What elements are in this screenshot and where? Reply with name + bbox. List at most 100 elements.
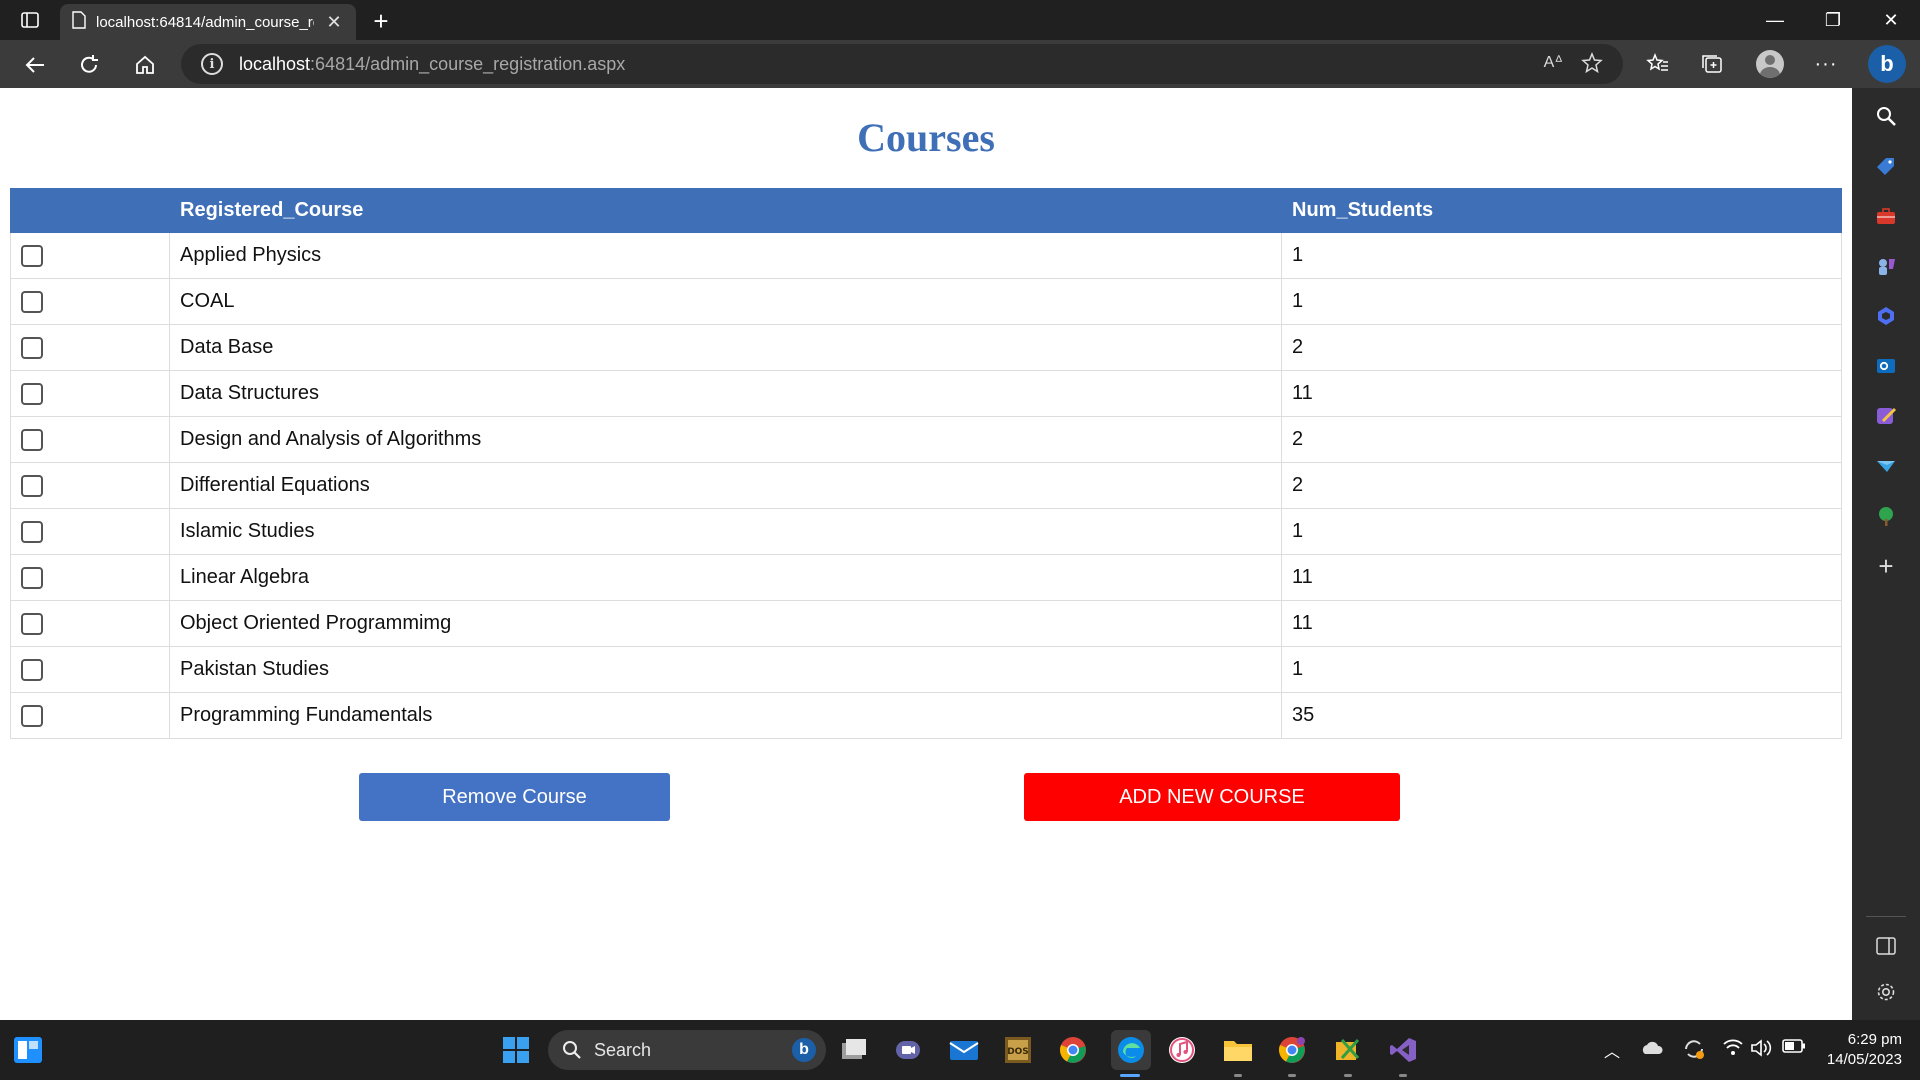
bing-search-icon: b [792, 1038, 816, 1062]
page-content: Courses Registered_Course Num_Students A… [0, 88, 1852, 1020]
profile-avatar[interactable] [1754, 48, 1786, 80]
chrome-profile-icon[interactable] [1276, 1034, 1308, 1066]
edge-icon[interactable] [1111, 1030, 1151, 1070]
add-favorite-icon[interactable] [1581, 52, 1603, 79]
row-checkbox[interactable] [21, 612, 43, 635]
tab-close-icon[interactable]: ✕ [324, 12, 344, 33]
settings-gear-icon[interactable] [1874, 980, 1898, 1004]
taskbar-search[interactable]: Search b [548, 1030, 826, 1070]
browser-tab[interactable]: localhost:64814/admin_course_re ✕ [60, 4, 356, 40]
battery-icon[interactable] [1782, 1038, 1806, 1059]
header-registered-course[interactable]: Registered_Course [169, 188, 1282, 233]
visual-studio-icon[interactable] [1387, 1034, 1419, 1066]
num-students-cell: 11 [1281, 370, 1842, 417]
row-checkbox[interactable] [21, 428, 43, 451]
header-select [10, 188, 170, 233]
home-icon[interactable] [128, 48, 162, 82]
back-icon[interactable] [18, 48, 52, 82]
bing-b-glyph: b [1880, 51, 1894, 76]
more-options-icon[interactable]: ··· [1810, 48, 1842, 80]
restore-icon[interactable]: ❐ [1804, 0, 1862, 40]
site-info-icon[interactable]: i [201, 53, 223, 75]
designer-icon[interactable] [1874, 404, 1898, 428]
shopping-tag-icon[interactable] [1874, 154, 1898, 178]
course-name-cell: COAL [169, 278, 1282, 325]
volume-icon[interactable] [1750, 1038, 1774, 1063]
task-view-icon[interactable] [838, 1034, 870, 1066]
courses-table: Registered_Course Num_Students Applied P… [10, 188, 1842, 739]
header-num-students[interactable]: Num_Students [1281, 188, 1842, 233]
address-path: :64814/admin_course_registration.aspx [310, 53, 626, 74]
row-select-cell [10, 462, 170, 509]
row-checkbox[interactable] [21, 704, 43, 727]
add-new-course-button[interactable]: ADD NEW COURSE [1024, 773, 1400, 821]
course-name-cell: Data Base [169, 324, 1282, 371]
page-title: Courses [857, 115, 995, 160]
row-checkbox[interactable] [21, 520, 43, 543]
new-tab-icon[interactable]: + [366, 6, 396, 36]
read-aloud-icon[interactable]: Aᐞ [1544, 52, 1563, 79]
collections-icon[interactable] [1697, 48, 1729, 80]
window-close-icon[interactable]: ✕ [1862, 0, 1920, 40]
file-explorer-icon[interactable] [1222, 1034, 1254, 1066]
table-row: Data Base 2 [10, 324, 1842, 371]
table-row: Linear Algebra 11 [10, 554, 1842, 601]
browser-tab-bar: localhost:64814/admin_course_re ✕ + — ❐ … [0, 0, 1920, 40]
remove-course-button[interactable]: Remove Course [359, 773, 670, 821]
widgets-icon[interactable] [12, 1034, 44, 1066]
sync-icon[interactable] [1682, 1038, 1706, 1065]
row-select-cell [10, 370, 170, 417]
num-students-cell: 11 [1281, 600, 1842, 647]
tab-actions-icon[interactable] [14, 8, 46, 32]
chrome-icon[interactable] [1057, 1034, 1089, 1066]
row-checkbox[interactable] [21, 382, 43, 405]
clock-date: 14/05/2023 [1826, 1051, 1902, 1068]
teams-chat-icon[interactable] [892, 1034, 924, 1066]
games-icon[interactable] [1874, 254, 1898, 278]
table-row: Applied Physics 1 [10, 232, 1842, 279]
row-checkbox[interactable] [21, 658, 43, 681]
hide-sidebar-icon[interactable] [1874, 934, 1898, 958]
wifi-icon[interactable] [1722, 1038, 1744, 1061]
windows-taskbar: Search b DOS ︿ 6:29 pm 14/05/2023 [0, 1020, 1920, 1080]
tree-icon[interactable] [1874, 504, 1898, 528]
edge-active-indicator [1120, 1074, 1140, 1077]
num-students-cell: 1 [1281, 646, 1842, 693]
num-students-cell: 35 [1281, 692, 1842, 739]
taskbar-clock[interactable]: 6:29 pm 14/05/2023 [1827, 1030, 1902, 1070]
row-select-cell [10, 324, 170, 371]
num-students-cell: 2 [1281, 416, 1842, 463]
tab-title: localhost:64814/admin_course_re [96, 13, 314, 31]
row-select-cell [10, 692, 170, 739]
itunes-icon[interactable] [1166, 1034, 1198, 1066]
microsoft365-icon[interactable] [1874, 304, 1898, 328]
favorites-icon[interactable] [1642, 48, 1674, 80]
table-row: Differential Equations 2 [10, 462, 1842, 509]
telegram-icon[interactable] [1874, 454, 1898, 478]
course-name-cell: Islamic Studies [169, 508, 1282, 555]
row-checkbox[interactable] [21, 566, 43, 589]
search-icon[interactable] [1874, 104, 1898, 128]
table-row: Design and Analysis of Algorithms 2 [10, 416, 1842, 463]
outlook-icon[interactable] [1874, 354, 1898, 378]
row-select-cell [10, 508, 170, 555]
mail-icon[interactable] [948, 1034, 980, 1066]
snipping-running-indicator [1344, 1074, 1352, 1077]
num-students-cell: 1 [1281, 278, 1842, 325]
windows-start-icon[interactable] [500, 1034, 532, 1066]
minimize-icon[interactable]: — [1746, 0, 1804, 40]
add-sidebar-app-icon[interactable]: + [1874, 551, 1898, 581]
refresh-icon[interactable] [72, 48, 106, 82]
row-checkbox[interactable] [21, 474, 43, 497]
row-checkbox[interactable] [21, 244, 43, 267]
row-checkbox[interactable] [21, 290, 43, 313]
sidebar-divider [1866, 916, 1906, 917]
bing-copilot-icon[interactable]: b [1868, 45, 1906, 83]
row-checkbox[interactable] [21, 336, 43, 359]
tray-overflow-icon[interactable]: ︿ [1604, 1038, 1620, 1062]
snipping-tool-icon[interactable] [1332, 1034, 1364, 1066]
dosbox-icon[interactable]: DOS [1002, 1034, 1034, 1066]
address-bar[interactable]: i localhost:64814/admin_course_registrat… [181, 44, 1623, 84]
tools-briefcase-icon[interactable] [1874, 204, 1898, 228]
onedrive-icon[interactable] [1640, 1038, 1664, 1063]
